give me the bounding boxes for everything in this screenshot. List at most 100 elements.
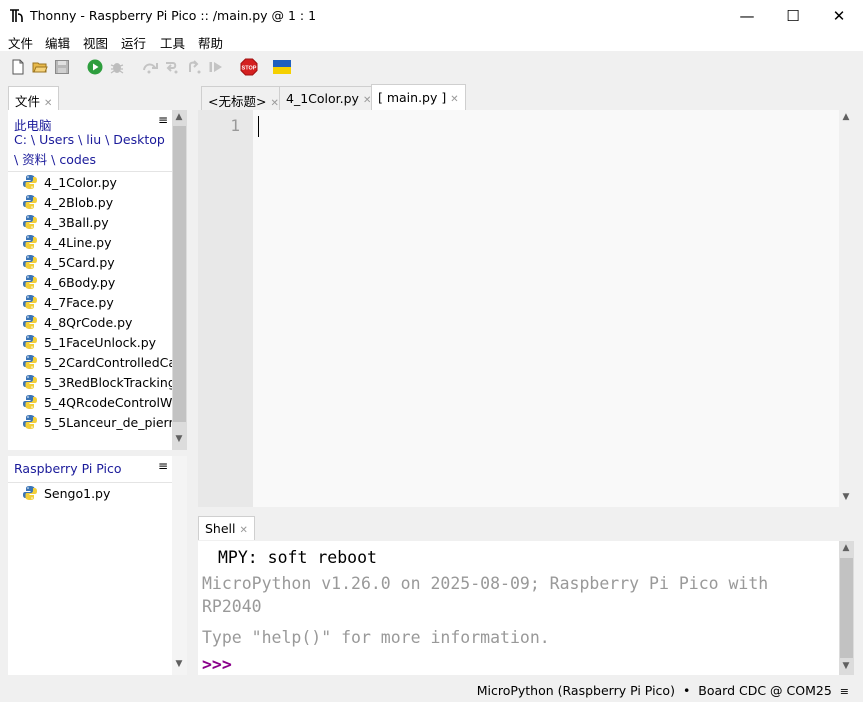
tab-shell-label: Shell <box>205 521 236 536</box>
run-icon[interactable] <box>87 59 103 75</box>
files-scrollbar[interactable]: ▲ ▼ <box>172 110 187 450</box>
tab-label: [ main.py ] <box>378 90 447 105</box>
toolbar: STOP <box>0 51 863 83</box>
file-list-item[interactable]: 5_5Lanceur_de_pierre. <box>22 412 172 432</box>
status-separator: • <box>682 683 691 698</box>
menu-help[interactable]: 帮助 <box>198 33 223 52</box>
tab-close-icon[interactable]: ✕ <box>240 525 248 536</box>
scroll-up-icon[interactable]: ▲ <box>172 112 186 122</box>
maximize-button[interactable]: ☐ <box>770 0 816 31</box>
file-list-item[interactable]: 5_2CardControlledCar <box>22 352 172 372</box>
interpreter-label: MicroPython (Raspberry Pi Pico) <box>476 683 675 698</box>
shell-scrollbar[interactable]: ▲ ▼ <box>839 541 854 675</box>
menu-edit[interactable]: 编辑 <box>45 33 70 52</box>
menu-run[interactable]: 运行 <box>121 33 146 52</box>
step-into-icon[interactable] <box>164 59 180 75</box>
file-list-item[interactable]: 5_4QRcodeControlWS <box>22 392 172 412</box>
stop-icon[interactable]: STOP <box>240 58 258 76</box>
step-out-icon[interactable] <box>186 59 202 75</box>
file-name: 4_6Body.py <box>44 274 116 290</box>
debug-icon[interactable] <box>109 59 125 75</box>
file-name: 4_8QrCode.py <box>44 314 133 330</box>
tab-shell[interactable]: Shell ✕ <box>198 516 255 540</box>
scroll-down-icon[interactable]: ▼ <box>172 434 186 444</box>
file-name: 4_1Color.py <box>44 174 117 190</box>
file-name: 5_1FaceUnlock.py <box>44 334 157 350</box>
scroll-down-icon[interactable]: ▼ <box>839 492 853 502</box>
shell-console[interactable]: MPY: soft reboot MicroPython v1.26.0 on … <box>198 541 839 675</box>
tab-close-icon[interactable]: ✕ <box>270 98 278 109</box>
scroll-up-icon[interactable]: ▲ <box>839 112 853 122</box>
python-file-icon <box>23 315 37 329</box>
stop-label: STOP <box>242 66 257 72</box>
pico-menu-icon[interactable]: ≡ <box>158 459 168 473</box>
scroll-up-icon[interactable]: ▲ <box>839 543 853 553</box>
thonny-logo-icon <box>10 9 23 22</box>
status-bar: MicroPython (Raspberry Pi Pico) • Board … <box>0 679 863 702</box>
python-file-icon <box>23 235 37 249</box>
menu-bar: 文件 编辑 视图 运行 工具 帮助 <box>0 31 863 51</box>
file-list-item[interactable]: 4_8QrCode.py <box>22 312 132 332</box>
path-breadcrumb-line2[interactable]: \ 资料 \ codes <box>14 149 96 168</box>
file-list-item[interactable]: 4_7Face.py <box>22 292 114 312</box>
close-button[interactable]: ✕ <box>816 0 862 31</box>
file-list-item[interactable]: 4_2Blob.py <box>22 192 113 212</box>
editor-scrollbar[interactable]: ▲ ▼ <box>839 110 854 507</box>
file-list-item[interactable]: 4_1Color.py <box>22 172 117 192</box>
pico-scrollbar[interactable]: ▼ <box>172 456 187 675</box>
file-name: 4_5Card.py <box>44 254 115 270</box>
python-file-icon <box>23 335 37 349</box>
minimize-button[interactable]: — <box>724 0 770 31</box>
scroll-thumb[interactable] <box>840 558 853 658</box>
tab-close-icon[interactable]: ✕ <box>450 94 458 105</box>
path-breadcrumb-line1[interactable]: C: \ Users \ liu \ Desktop <box>14 132 165 147</box>
menu-tools[interactable]: 工具 <box>160 33 185 52</box>
python-file-icon <box>23 355 37 369</box>
open-folder-icon[interactable] <box>32 59 48 75</box>
python-file-icon <box>23 255 37 269</box>
tab-label: 4_1Color.py <box>286 91 359 106</box>
pico-file-item[interactable]: Sengo1.py <box>22 483 110 503</box>
python-file-icon <box>23 275 37 289</box>
python-file-icon <box>23 415 37 429</box>
file-name: 4_4Line.py <box>44 234 112 250</box>
menu-view[interactable]: 视图 <box>83 33 108 52</box>
status-menu-icon[interactable]: ≡ <box>840 685 849 698</box>
tab-label: <无标题> <box>208 94 267 109</box>
editor-tab-main[interactable]: [ main.py ] ✕ <box>371 84 466 110</box>
scroll-down-icon[interactable]: ▼ <box>839 661 853 671</box>
file-list-item[interactable]: 4_6Body.py <box>22 272 115 292</box>
file-list-item[interactable]: 4_5Card.py <box>22 252 115 272</box>
python-file-icon <box>23 295 37 309</box>
scroll-down-icon[interactable]: ▼ <box>172 659 186 669</box>
tab-files[interactable]: 文件 ✕ <box>8 86 60 110</box>
file-list-item[interactable]: 5_1FaceUnlock.py <box>22 332 156 352</box>
shell-line-help: Type "help()" for more information. <box>202 628 550 647</box>
menu-file[interactable]: 文件 <box>8 33 33 52</box>
file-list-item[interactable]: 4_3Ball.py <box>22 212 109 232</box>
pico-title[interactable]: Raspberry Pi Pico <box>14 461 122 476</box>
files-menu-icon[interactable]: ≡ <box>158 113 168 127</box>
step-over-icon[interactable] <box>142 59 158 75</box>
file-name: 5_3RedBlockTracking. <box>44 374 172 390</box>
ukraine-flag-icon[interactable] <box>273 59 291 75</box>
editor-tab-4-1color[interactable]: 4_1Color.py ✕ <box>279 86 379 110</box>
code-editor[interactable] <box>198 110 839 507</box>
file-list-item[interactable]: 5_3RedBlockTracking. <box>22 372 172 392</box>
new-file-icon[interactable] <box>10 59 26 75</box>
interpreter-selector[interactable]: MicroPython (Raspberry Pi Pico) • Board … <box>477 683 849 698</box>
pico-file-list: Sengo1.py <box>8 483 172 663</box>
shell-line-version: MicroPython v1.26.0 on 2025-08-09; Raspb… <box>202 574 769 593</box>
save-icon[interactable] <box>54 59 70 75</box>
window-title: Thonny - Raspberry Pi Pico :: /main.py @… <box>30 8 317 23</box>
line-number: 1 <box>230 116 240 135</box>
tab-close-icon[interactable]: ✕ <box>44 98 52 109</box>
file-name: 5_2CardControlledCar <box>44 354 172 370</box>
scroll-thumb[interactable] <box>173 126 186 422</box>
editor-tab-untitled[interactable]: <无标题> ✕ <box>201 86 286 110</box>
text-caret <box>258 116 259 137</box>
file-name: 5_5Lanceur_de_pierre. <box>44 414 172 430</box>
shell-line-reboot: MPY: soft reboot <box>218 548 377 567</box>
file-list-item[interactable]: 4_4Line.py <box>22 232 112 252</box>
resume-icon[interactable] <box>208 59 224 75</box>
